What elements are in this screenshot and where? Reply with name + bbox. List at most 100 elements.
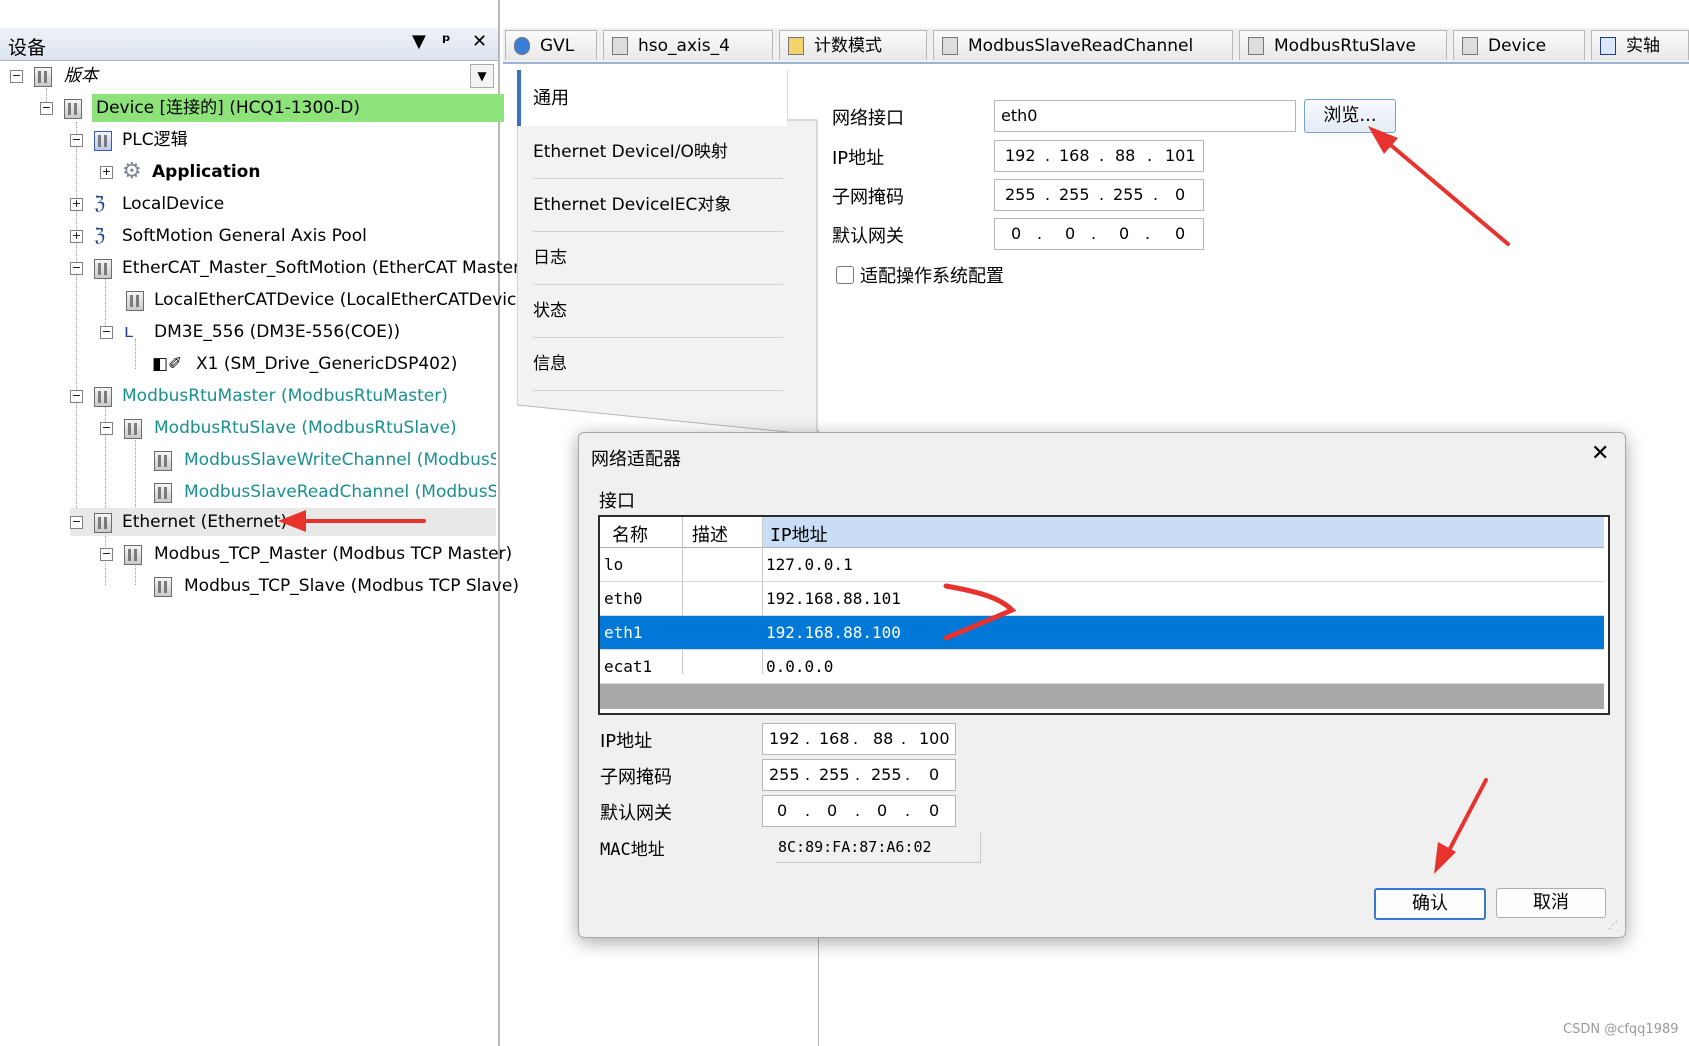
ip-dot: .	[805, 765, 811, 784]
network-interface-field[interactable]: eth0	[994, 100, 1296, 132]
tab-count-mode[interactable]: 计数模式	[779, 30, 927, 60]
tab-real-axis[interactable]: 实轴	[1591, 30, 1689, 60]
column-header-description[interactable]: 描述	[692, 521, 728, 547]
tree-item-label: Application	[152, 162, 261, 182]
table-row[interactable]: eth0 192.168.88.101	[600, 582, 1604, 616]
gear-icon: ⚙	[122, 159, 142, 184]
expand-icon[interactable]: +	[70, 198, 83, 211]
arrow-to-browse	[1378, 134, 1510, 246]
nav-item-label: Ethernet DeviceI/O映射	[533, 142, 728, 162]
tree-item-modbus-write-channel[interactable]: ModbusSlaveWriteChannel (ModbusSlaveWr	[130, 446, 496, 474]
ip-dot: .	[855, 801, 861, 820]
tree-item-label: Modbus_TCP_Master (Modbus TCP Master)	[154, 544, 513, 564]
adapt-os-checkbox[interactable]	[836, 266, 854, 284]
subnet-mask-field[interactable]: 255. 255. 255. 0	[994, 179, 1204, 211]
close-icon[interactable]: ✕	[1591, 441, 1609, 466]
ip-dot: .	[1147, 146, 1153, 165]
table-row[interactable]: lo 127.0.0.1	[600, 548, 1604, 582]
ip-address-field[interactable]: 192. 168. 88. 101	[994, 140, 1204, 172]
tree-item-label: DM3E_556 (DM3E-556(COE))	[154, 322, 401, 342]
tree-item-modbus-read-channel[interactable]: ModbusSlaveReadChannel (ModbusSlaveRe	[130, 478, 496, 506]
collapse-icon[interactable]: −	[100, 422, 113, 435]
tab-modbus-slave-read-channel[interactable]: ModbusSlaveReadChannel	[933, 30, 1233, 60]
nav-item-general[interactable]: 通用	[517, 70, 787, 126]
column-header-ip[interactable]: IP地址	[762, 517, 1604, 547]
editor-tab-bar: GVL hso_axis_4 计数模式 ModbusSlaveReadChann…	[503, 28, 1689, 64]
column-header-name[interactable]: 名称	[612, 521, 648, 547]
adapt-os-label: 适配操作系统配置	[860, 266, 1004, 287]
gateway-label: 默认网关	[832, 226, 904, 247]
ip-dot: .	[1099, 146, 1105, 165]
device-icon	[942, 37, 958, 55]
dialog-subnet-field[interactable]: 255. 255. 255. 0	[762, 759, 956, 791]
ip-octet: 0	[1175, 185, 1186, 204]
interface-section-label: 接口	[599, 491, 635, 512]
ip-octet: 100	[919, 729, 950, 748]
ip-octet: 255	[1005, 185, 1036, 204]
default-gateway-field[interactable]: 0. 0. 0. 0	[994, 218, 1204, 250]
device-icon	[154, 483, 172, 503]
subnet-label: 子网掩码	[832, 187, 904, 208]
axis-icon: ◧✐	[152, 354, 183, 374]
nav-item-label: 信息	[533, 354, 567, 374]
nav-item-label: Ethernet DeviceIEC对象	[533, 195, 732, 215]
ip-label: IP地址	[832, 148, 885, 169]
ip-dot: .	[805, 801, 811, 820]
panel-dropdown-icon[interactable]: ▼	[412, 31, 426, 52]
nav-item-iec-objects[interactable]: Ethernet DeviceIEC对象	[533, 179, 783, 232]
collapse-icon[interactable]: −	[100, 548, 113, 561]
ip-octet: 0	[1065, 224, 1076, 243]
nav-item-log[interactable]: 日志	[533, 232, 783, 285]
dialog-mac-label: MAC地址	[600, 840, 665, 860]
tab-device[interactable]: Device	[1453, 30, 1585, 60]
collapse-icon[interactable]: −	[10, 70, 23, 83]
device-icon	[1462, 37, 1478, 55]
device-icon	[1248, 37, 1264, 55]
ip-octet: 255	[1059, 185, 1090, 204]
collapse-icon[interactable]: −	[70, 516, 83, 529]
table-row[interactable]: ecat1 0.0.0.0	[600, 650, 1604, 684]
collapse-icon[interactable]: −	[70, 390, 83, 403]
cancel-button[interactable]: 取消	[1496, 888, 1606, 918]
ok-button[interactable]: 确认	[1374, 888, 1486, 920]
dialog-gateway-field[interactable]: 0. 0. 0. 0	[762, 795, 956, 827]
ip-octet: 192	[769, 729, 800, 748]
tab-label: 实轴	[1626, 36, 1660, 56]
pin-icon[interactable]: ᵖ	[442, 31, 451, 52]
resize-grip-icon[interactable]: ⋰	[1608, 920, 1618, 931]
dialog-ip-field[interactable]: 192. 168. 88. 100	[762, 723, 956, 755]
row-ip: 127.0.0.1	[766, 555, 853, 574]
tab-modbus-rtu-slave[interactable]: ModbusRtuSlave	[1239, 30, 1447, 60]
nav-item-status[interactable]: 状态	[533, 285, 783, 338]
row-name: eth0	[604, 589, 643, 608]
ip-dot: .	[1145, 224, 1151, 243]
collapse-icon[interactable]: −	[70, 262, 83, 275]
row-ip: 192.168.88.101	[766, 589, 901, 608]
collapse-icon[interactable]: −	[40, 102, 53, 115]
table-row-selected[interactable]: eth1 192.168.88.100	[600, 616, 1604, 650]
network-interface-value: eth0	[1001, 106, 1038, 125]
expand-icon[interactable]: +	[100, 166, 113, 179]
tab-gvl[interactable]: GVL	[505, 30, 597, 60]
device-icon	[154, 451, 172, 471]
device-icon	[124, 545, 142, 565]
collapse-icon[interactable]: −	[70, 134, 83, 147]
ip-octet: 0	[1175, 224, 1186, 243]
collapse-icon[interactable]: −	[100, 326, 113, 339]
ip-octet: 0	[827, 801, 838, 820]
expand-icon[interactable]: +	[70, 230, 83, 243]
nav-item-io-mapping[interactable]: Ethernet DeviceI/O映射	[533, 126, 783, 179]
tree-item-ethernet[interactable]: − Ethernet (Ethernet)	[70, 508, 496, 536]
ip-octet: 255	[769, 765, 800, 784]
tab-label: 计数模式	[814, 36, 882, 56]
browse-button[interactable]: 浏览...	[1304, 99, 1396, 133]
tree-item-label: ModbusRtuSlave (ModbusRtuSlave)	[154, 418, 457, 438]
tab-hso-axis-4[interactable]: hso_axis_4	[603, 30, 773, 60]
nav-item-info[interactable]: 信息	[533, 338, 783, 391]
device-icon	[94, 513, 112, 533]
device-icon	[64, 99, 82, 119]
dialog-subnet-label: 子网掩码	[600, 767, 672, 788]
dialog-gateway-label: 默认网关	[600, 803, 672, 824]
tree-dropdown-icon[interactable]: ▼	[470, 64, 494, 88]
close-panel-icon[interactable]: ✕	[472, 31, 487, 52]
